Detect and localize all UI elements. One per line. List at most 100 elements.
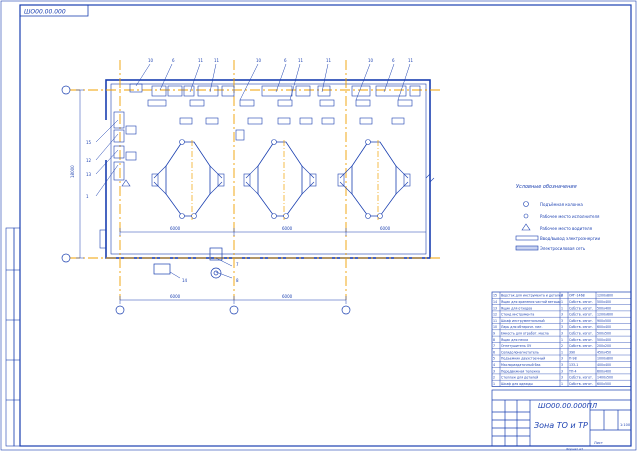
spec-table-cell: 1 [561, 338, 563, 342]
spec-table-cell: 3 [561, 369, 563, 373]
lift-post [151, 173, 159, 187]
lift-bay [151, 139, 225, 220]
legend-item: Рабочее место исполнителя [540, 214, 600, 219]
bottom-equipment [153, 247, 223, 279]
lift-post [217, 173, 225, 187]
lift-arm [395, 181, 409, 195]
spec-table-cell: П-98 [569, 357, 577, 361]
post-label: 15 [86, 140, 92, 145]
top-wall-equipment [129, 83, 421, 141]
spec-table-cell: Собств. изгот. [569, 332, 593, 336]
legend: Условные обозначения Подъёмная колонна Р… [515, 184, 600, 251]
spec-table-cell: 3 [561, 325, 563, 329]
post-label: 14 [182, 278, 188, 283]
spec-table-cell: Подъемник двухстоечный [501, 357, 545, 361]
legend-item: Ввод/вывод электроэнергии [540, 236, 600, 241]
post-label: 6 [172, 58, 175, 63]
spec-table-cell: 1 [561, 350, 563, 354]
building-walls [99, 79, 431, 259]
spec-table-cell: 3 [561, 357, 563, 361]
spec-table-cell: 500х400 [597, 300, 611, 304]
spec-table-cell: Собств. изгот. [569, 338, 593, 342]
spec-table-cell: 133-1 [569, 363, 578, 367]
post-label: 10 [148, 58, 154, 63]
spec-table-cell: Шкаф инструментальный [501, 319, 545, 323]
post-label: 7 [236, 262, 239, 267]
dimension-bay-2: 6000 [282, 226, 293, 231]
legend-item: Рабочее место водителя [540, 226, 593, 231]
spec-table-cell: Стенд инструмента [501, 313, 534, 317]
lift-outline [351, 141, 397, 217]
title-block-code: ШО00.00.000ПЛ [538, 402, 598, 410]
lift-column-marker [179, 213, 185, 219]
spec-table-cell: 15 [493, 294, 497, 298]
spec-table-cell: Солидолонагнетатель [501, 350, 539, 354]
dimension-row-lower [119, 296, 347, 304]
spec-table-cell: 900х500 [597, 319, 611, 323]
spec-table-cell: Стеллаж для деталей [501, 376, 538, 380]
break-mark-right [425, 173, 435, 183]
post-label: 10 [256, 58, 262, 63]
spec-table-cell: 1 [561, 306, 563, 310]
spec-table-cell: Ящик для песка [501, 338, 528, 342]
post-label: 1 [86, 194, 89, 199]
spec-table-cell: Собств. изгот. [569, 313, 593, 317]
lift-arm [209, 165, 223, 179]
spec-table-cell: 400х400 [597, 363, 611, 367]
title-block-sheet: Лист [594, 441, 603, 445]
post-label: 6 [284, 58, 287, 63]
dimension-total-height: 18000 [70, 165, 75, 178]
spec-table-cell: 600х500 [597, 382, 611, 386]
spec-table-cell: 6 [493, 350, 495, 354]
spec-table-cell: 3 [561, 319, 563, 323]
spec-table-cell: 500х400 [597, 338, 611, 342]
spec-table-cell: 390 [569, 350, 575, 354]
spec-table-cell: Передвижная тележка [501, 369, 540, 373]
spec-table-cell: 13 [493, 306, 497, 310]
lift-post [309, 173, 317, 187]
spec-table-cell: 3 [561, 376, 563, 380]
lift-arm [245, 165, 259, 179]
spec-table: 15 Верстак для инструмента и деталей2 ОРГ-… [491, 291, 632, 387]
spec-table-cell: 14 [493, 300, 497, 304]
top-stamp-text: ШО00.00.000 [24, 9, 66, 16]
dimension-lower-1: 6000 [170, 294, 181, 299]
drawing-sheet: ШО00.00.000 18000 6000 6000 6000 6000 60… [0, 0, 637, 451]
spec-table-cell: 2 [561, 344, 563, 348]
spec-table-cell: 3 [561, 332, 563, 336]
spec-table-cell: Огнетушитель ОУ [501, 344, 531, 348]
lift-outline [257, 141, 303, 217]
lift-arm [395, 165, 409, 179]
spec-table-cell: 500х500 [597, 332, 611, 336]
spec-table-cell: 1200х800 [597, 294, 613, 298]
lift-column-marker [365, 213, 371, 219]
legend-title: Условные обозначения [516, 184, 577, 190]
lift-outline [165, 141, 211, 217]
post-label: 11 [214, 58, 220, 63]
spec-table-cell: 3 [561, 363, 563, 367]
spec-table-cell: Маслораздаточный бак [501, 363, 541, 367]
lift-arm [301, 165, 315, 179]
lift-column-marker [271, 139, 277, 145]
post-label: 6 [392, 58, 395, 63]
spec-table-cell: Ящик для хранения чистой ветоши [501, 300, 561, 304]
post-label: 11 [326, 58, 332, 63]
post-label: 12 [86, 158, 92, 163]
spec-table-cell: ТП-4 [568, 369, 577, 373]
spec-table-cell: 600х400 [597, 369, 611, 373]
spec-table-cell: Собств. изгот. [569, 306, 593, 310]
spec-table-cell: 10 [493, 325, 497, 329]
spec-table-cell: Собств. изгот. [569, 344, 593, 348]
spec-table-cell: 1 [561, 300, 563, 304]
title-block-scale: 1:100 [620, 423, 630, 427]
lift-bay [337, 139, 411, 220]
lift-post [243, 173, 251, 187]
spec-table-cell: 3 [493, 369, 495, 373]
spec-table-cell: Собств. изгот. [569, 382, 593, 386]
spec-table-cell: ОРГ-1468 [569, 294, 585, 298]
spec-table-cell: 450х450 [597, 350, 611, 354]
spec-table-cell: 11 [493, 319, 497, 323]
spec-table-cell: 3 [561, 313, 563, 317]
spec-table-cell: 500х400 [597, 306, 611, 310]
spec-table-cell: 600х400 [597, 325, 611, 329]
